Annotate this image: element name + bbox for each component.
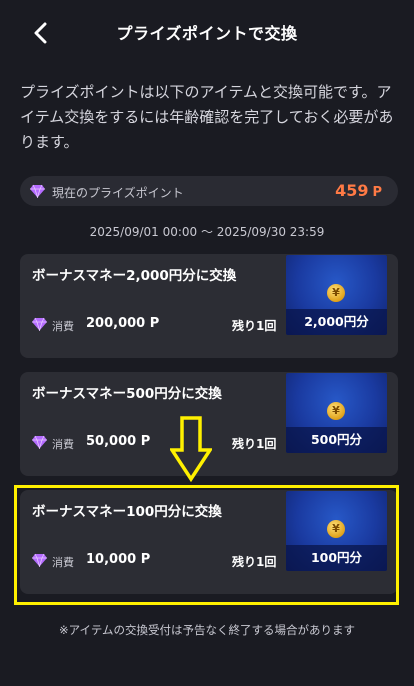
exchange-item-2000[interactable]: ボーナスマネー2,000円分に交換 消費 200,000 P 残り1回 ¥ 2,… [20,254,398,358]
item-thumbnail: ¥ 500円分 [286,373,387,453]
cost-label: 消費 [52,438,74,451]
intro-text: プライズポイントは以下のアイテムと交換可能です。アイテム交換をするには年齢確認を… [20,83,394,151]
cost-value: 50,000 P [86,434,151,449]
points-number: 459 [335,181,369,200]
exchange-period: 2025/09/01 00:00 〜 2025/09/30 23:59 [89,225,325,239]
item-title: ボーナスマネー500円分に交換 [32,386,222,402]
down-arrow-icon [170,416,212,482]
footnote: ※アイテムの交換受付は予告なく終了する場合があります [59,623,355,637]
gem-icon [32,435,47,449]
cost-value: 200,000 P [86,316,160,331]
remaining-count: 残り1回 [232,437,277,451]
points-label: 現在のプライズポイント [52,186,184,200]
header: プライズポイントで交換 [0,0,414,64]
remaining-count: 残り1回 [232,319,277,333]
yen-coin-icon: ¥ [327,402,345,420]
thumbnail-label: 500円分 [286,427,387,453]
gem-icon [30,184,45,198]
highlight-box [14,485,399,605]
item-title: ボーナスマネー2,000円分に交換 [32,268,237,284]
points-unit: P [372,185,382,200]
cost-label: 消費 [52,320,74,333]
gem-icon [32,317,47,331]
page-title: プライズポイントで交換 [116,24,298,43]
thumbnail-label: 2,000円分 [286,309,387,335]
yen-coin-icon: ¥ [327,284,345,302]
points-bar: 現在のプライズポイント 459 P [20,176,398,206]
points-value: 459 P [335,181,382,200]
item-thumbnail: ¥ 2,000円分 [286,255,387,335]
